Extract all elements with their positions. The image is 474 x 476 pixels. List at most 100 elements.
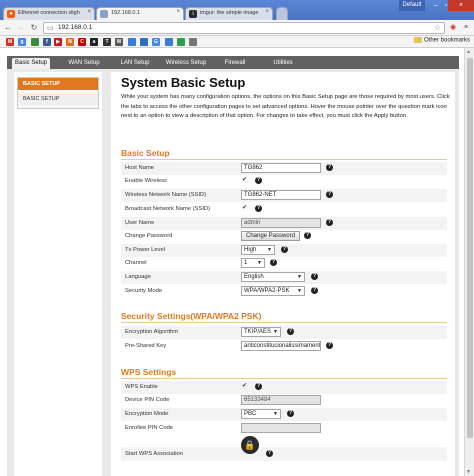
back-icon[interactable]: ← [2,22,14,34]
wps-lock-button[interactable]: 🔒 [241,436,259,454]
tab-basic-setup[interactable]: Basic Setup [12,58,50,69]
tab-wireless-setup[interactable]: Wireless Setup [163,58,209,69]
help-icon[interactable]: ? [311,273,318,280]
help-icon[interactable]: ? [255,177,262,184]
tab-utilities[interactable]: Utilities [267,58,299,69]
browser-window: ● Ethernet connection sligh × 192.168.0.… [0,0,474,476]
bookmark-icon[interactable] [140,38,148,46]
user-name-input: admin [241,218,321,228]
scrollbar[interactable]: ▲ ▼ [464,48,474,476]
bookmark-icon[interactable] [128,38,136,46]
tx-power-value: High [244,247,257,253]
tab-wan-setup[interactable]: WAN Setup [63,58,105,69]
language-select[interactable]: English ▼ [241,272,305,282]
help-icon[interactable]: ? [287,328,294,335]
enable-wireless-checkbox[interactable]: ✔ [241,177,248,184]
row-pre-shared-key: Pre-Shared Key anticonstitucionalissimam… [121,340,447,353]
reload-icon[interactable]: ↻ [28,22,40,34]
page-icon: ▭ [47,25,54,32]
language-value: English [244,274,264,280]
bookmark-icon[interactable] [165,38,173,46]
drive-icon[interactable] [189,38,197,46]
help-icon[interactable]: ? [326,342,333,349]
chevron-down-icon: ▼ [297,274,302,280]
reddit-icon: ● [7,10,15,18]
pre-shared-key-input[interactable]: anticonstitucionalissimament [241,341,321,351]
forward-icon[interactable]: → [15,22,27,34]
bookmarks-bar: Mg f ▶ N Ca T W G Other bookmarks [0,36,474,48]
other-bookmarks-label: Other bookmarks [424,37,471,44]
encryption-mode-select[interactable]: PBC ▼ [241,409,281,419]
youtube-icon[interactable]: ▶ [54,38,62,46]
close-window-icon[interactable]: × [448,0,474,11]
scroll-down-icon[interactable]: ▼ [466,469,471,475]
help-icon[interactable]: ? [255,205,262,212]
news-icon[interactable]: N [66,38,74,46]
ssid-input[interactable]: TG862-NET [241,190,321,200]
tab-firewall[interactable]: Firewall [219,58,251,69]
enrollee-pin-label: Enrollee PIN Code [125,425,174,431]
g-icon[interactable]: G [152,38,160,46]
new-tab-button[interactable] [276,7,288,20]
cnn-icon[interactable]: C [78,38,86,46]
wps-enable-label: WPS Enable [125,384,158,390]
change-password-button[interactable]: Change Password [241,231,301,241]
help-icon[interactable]: ? [311,287,318,294]
toolbar: ← → ↻ ▭ 192.168.0.1 ☆ ◉ ≡ [0,20,474,36]
nyt-icon[interactable]: T [103,38,111,46]
host-name-input[interactable]: TG862 [241,163,321,173]
encryption-algorithm-select[interactable]: TKIP/AES ▼ [241,327,281,337]
menu-icon[interactable]: ≡ [460,22,472,34]
row-wps-enable: WPS Enable ✔ ? [121,381,447,394]
sidebar-item-basic-setup[interactable]: BASIC SETUP [18,93,98,105]
help-icon[interactable]: ? [287,410,294,417]
other-bookmarks[interactable]: Other bookmarks [414,37,470,44]
scroll-thumb[interactable] [467,58,473,438]
scroll-up-icon[interactable]: ▲ [466,49,471,55]
tx-power-select[interactable]: High ▼ [241,245,275,255]
amazon-icon[interactable]: a [90,38,98,46]
enrollee-pin-input[interactable] [241,423,321,433]
tab-lan-setup[interactable]: LAN Setup [115,58,155,69]
help-icon[interactable]: ? [281,246,288,253]
help-icon[interactable]: ? [326,191,333,198]
help-icon[interactable]: ? [326,219,333,226]
help-icon[interactable]: ? [326,164,333,171]
google-icon[interactable]: g [18,38,26,46]
broadcast-ssid-checkbox[interactable]: ✔ [241,205,248,212]
close-icon[interactable]: × [265,9,269,15]
facebook-icon[interactable]: f [43,38,51,46]
extension-icon[interactable]: ◉ [447,22,459,34]
help-icon[interactable]: ? [266,450,273,457]
device-pin-label: Device PIN Code [125,397,170,403]
divider [121,159,447,160]
gmail-icon[interactable]: M [6,38,14,46]
channel-select[interactable]: 1 ▼ [241,258,265,268]
row-enable-wireless: Enable Wireless ✔ ? [121,175,447,188]
help-icon[interactable]: ? [255,383,262,390]
divider [121,378,447,379]
wps-enable-checkbox[interactable]: ✔ [241,383,248,390]
security-mode-select[interactable]: WPA/WPA2-PSK ▼ [241,286,305,296]
star-icon[interactable]: ☆ [434,23,441,33]
close-icon[interactable]: × [176,9,180,15]
tab-label: Ethernet connection sligh [18,10,80,16]
camera-icon[interactable] [177,38,185,46]
title-bar: ● Ethernet connection sligh × 192.168.0.… [0,0,474,20]
row-encryption-mode: Encryption Mode PBC ▼ ? [121,408,447,421]
help-icon[interactable]: ? [270,259,277,266]
tab-imgur[interactable]: i imgur: the simple image × [185,7,273,20]
address-bar[interactable]: ▭ 192.168.0.1 ☆ [43,22,445,34]
wiki-icon[interactable]: W [115,38,123,46]
sidebar-item-basic-setup-active[interactable]: BASIC SETUP [18,78,98,90]
row-tx-power: Tx Power Level High ▼ ? [121,244,447,257]
flag-icon[interactable] [31,38,39,46]
enable-wireless-label: Enable Wireless [125,178,167,184]
broadcast-ssid-label: Broadcast Network Name (SSID) [125,206,211,212]
tab-reddit[interactable]: ● Ethernet connection sligh × [3,7,95,20]
tab-router[interactable]: 192.168.0.1 × [96,7,184,20]
help-icon[interactable]: ? [304,232,311,239]
profile-button[interactable]: Default [399,0,425,11]
device-pin-input: 65133484 [241,395,321,405]
close-icon[interactable]: × [87,9,91,15]
